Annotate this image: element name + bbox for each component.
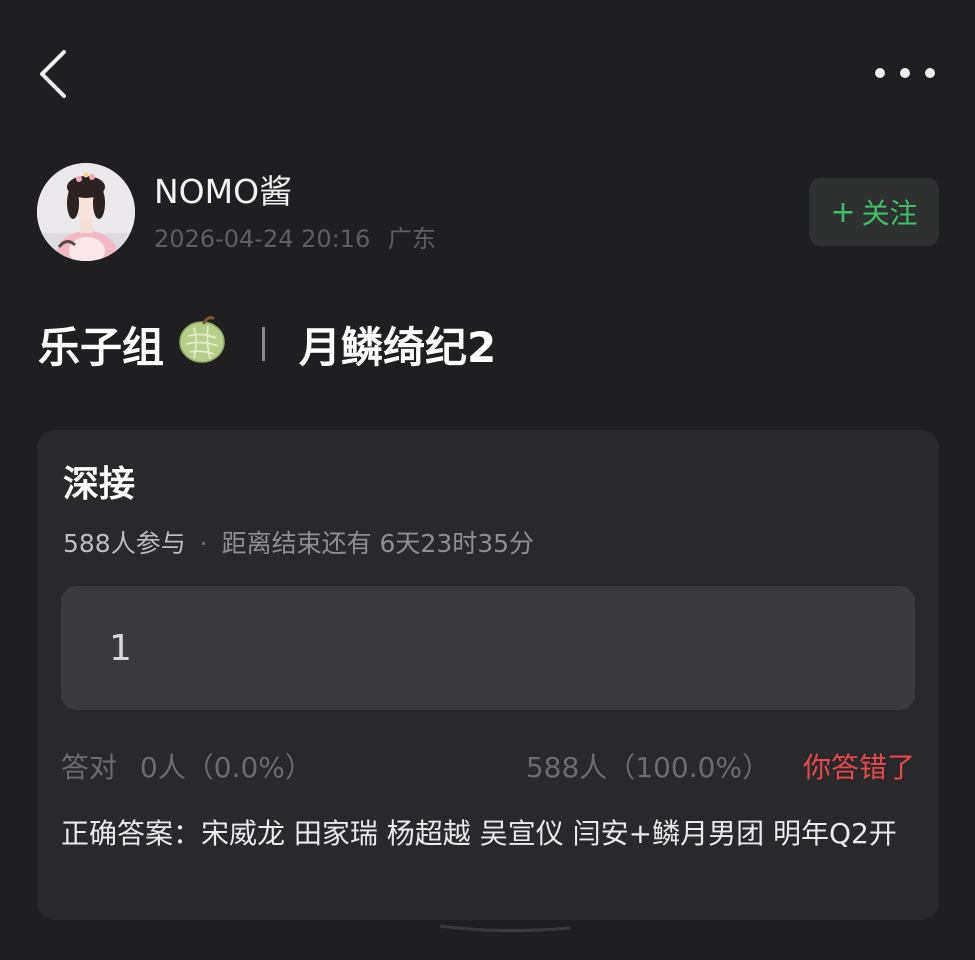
quiz-card: 深接 588人参与 · 距离结束还有 6天23时35分 1 答对 0人（0.0%… <box>37 430 939 920</box>
more-options-button[interactable] <box>875 58 935 88</box>
back-button[interactable] <box>30 44 80 104</box>
author-name[interactable]: NOMO酱 <box>154 170 292 214</box>
answer-stats: 答对 0人（0.0%） 588人（100.0%） 你答错了 <box>61 746 915 790</box>
correct-stats: 答对 0人（0.0%） <box>61 746 313 790</box>
result-label: 你答错了 <box>802 751 915 784</box>
answer-option[interactable]: 1 <box>61 586 915 710</box>
post-meta: 2026-04-24 20:16 广东 <box>154 222 436 256</box>
more-dot-icon <box>900 68 910 78</box>
melon-icon <box>178 314 226 374</box>
follow-button[interactable]: + 关注 <box>809 178 939 246</box>
follow-label: 关注 <box>861 197 918 230</box>
info-separator: · <box>199 529 208 558</box>
post-location: 广东 <box>387 225 436 253</box>
plus-icon: + <box>830 194 856 230</box>
post-datetime: 2026-04-24 20:16 <box>154 225 371 253</box>
my-answer-stats: 588人（100.0%） 你答错了 <box>526 746 915 790</box>
participant-count: 588人参与 <box>63 529 186 558</box>
title-divider <box>262 327 266 361</box>
more-dot-icon <box>925 68 935 78</box>
correct-count: 0人（0.0%） <box>139 751 313 784</box>
avatar-image <box>37 163 135 261</box>
quiz-title: 深接 <box>63 464 136 505</box>
more-dot-icon <box>875 68 885 78</box>
post-title-left: 乐子组 <box>38 322 165 372</box>
post-title: 乐子组 月鳞绮纪2 <box>38 312 496 376</box>
post-page: NOMO酱 2026-04-24 20:16 广东 + 关注 乐子组 月鳞绮纪2… <box>0 0 975 960</box>
cropped-content <box>420 920 580 960</box>
quiz-info: 588人参与 · 距离结束还有 6天23时35分 <box>63 526 534 562</box>
correct-label: 答对 <box>61 751 118 784</box>
countdown-text: 距离结束还有 6天23时35分 <box>221 529 535 558</box>
post-title-right: 月鳞绮纪2 <box>299 322 497 372</box>
option-stats: 588人（100.0%） <box>525 751 771 784</box>
avatar[interactable] <box>37 163 135 261</box>
correct-answer-text: 正确答案：宋威龙 田家瑞 杨超越 吴宣仪 闫安+鳞月男团 明年Q2开 <box>61 817 897 850</box>
answer-value: 1 <box>109 627 132 669</box>
chevron-left-icon <box>40 50 66 98</box>
